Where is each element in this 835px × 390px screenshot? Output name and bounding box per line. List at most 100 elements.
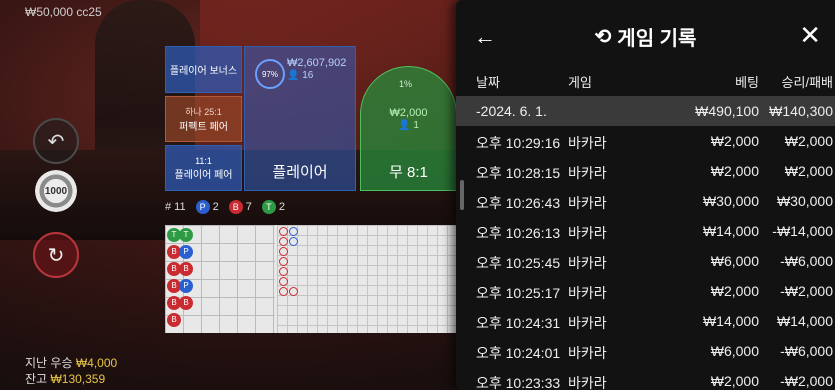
date-result: ₩140,300 bbox=[769, 103, 833, 119]
panel-title: ⟲ 게임 기록 bbox=[595, 22, 697, 51]
chip-selector[interactable]: 1000 bbox=[35, 170, 77, 212]
date-value: -2024. 6. 1. bbox=[476, 103, 547, 119]
player-bonus-bet[interactable]: 플레이어 보너스 bbox=[165, 46, 242, 93]
bead: P bbox=[179, 245, 193, 259]
banker-count: 7 bbox=[245, 201, 252, 213]
pair-odds: 11:1 bbox=[195, 155, 212, 166]
history-row[interactable]: 오후 10:25:17 바카라 ₩2,000 -₩2,000 bbox=[456, 276, 835, 306]
row-bet: ₩30,000 bbox=[702, 193, 759, 209]
history-columns: 날짜 게임 베팅 승리/패배 bbox=[456, 72, 835, 92]
tie-people: 👤 1 bbox=[361, 120, 456, 131]
row-result: ₩2,000 bbox=[784, 133, 833, 149]
panel-header: ← ⟲ 게임 기록 ✕ bbox=[456, 0, 835, 72]
repeat-button[interactable]: ↻ bbox=[33, 232, 79, 278]
row-result: ₩2,000 bbox=[784, 163, 833, 179]
history-row[interactable]: 오후 10:25:45 바카라 ₩6,000 -₩6,000 bbox=[456, 246, 835, 276]
tie-percent: 1% bbox=[399, 79, 413, 89]
player-people: 👤 16 bbox=[287, 70, 313, 81]
bead: P bbox=[179, 279, 193, 293]
row-time: 오후 10:25:45 bbox=[476, 255, 561, 271]
row-bet: ₩6,000 bbox=[710, 343, 759, 359]
tie-label: 무 8:1 bbox=[389, 164, 428, 181]
last-win-label: 지난 우승 bbox=[25, 356, 73, 370]
row-result: ₩30,000 bbox=[776, 193, 833, 209]
tie-bet[interactable]: 1% ₩2,000 👤 1 무 8:1 bbox=[360, 66, 457, 191]
row-game: 바카라 bbox=[568, 225, 607, 241]
player-pair-bet[interactable]: 11:1 플레이어 페어 bbox=[165, 145, 242, 191]
player-dot: P bbox=[195, 200, 210, 214]
row-result: -₩6,000 bbox=[780, 343, 833, 359]
close-icon[interactable]: ✕ bbox=[799, 20, 821, 51]
history-row[interactable]: 오후 10:24:31 바카라 ₩14,000 ₩14,000 bbox=[456, 306, 835, 336]
player-people-count: 16 bbox=[302, 70, 314, 81]
pair-label: 플레이어 페어 bbox=[174, 169, 233, 181]
row-time: 오후 10:29:16 bbox=[476, 135, 561, 151]
panel-title-text: 게임 기록 bbox=[617, 27, 697, 50]
row-game: 바카라 bbox=[568, 345, 607, 361]
bonus-label: 플레이어 보너스 bbox=[169, 66, 238, 77]
banker-stat: B7 bbox=[228, 200, 252, 214]
undo-icon: ↶ bbox=[47, 130, 65, 153]
row-time: 오후 10:26:43 bbox=[476, 195, 561, 211]
person-icon: 👤 bbox=[287, 70, 300, 81]
round-number: # 11 bbox=[165, 201, 186, 213]
row-time: 오후 10:28:15 bbox=[476, 165, 561, 181]
bottom-info: 지난 우승 ₩4,000 잔고 ₩130,359 bbox=[25, 355, 117, 387]
column-game: 게임 bbox=[568, 75, 592, 90]
column-result: 승리/패배 bbox=[781, 75, 833, 90]
row-bet: ₩2,000 bbox=[710, 283, 759, 299]
bead: B bbox=[179, 262, 193, 276]
row-bet: ₩2,000 bbox=[710, 133, 759, 149]
balance-label: 잔고 bbox=[25, 372, 48, 386]
back-arrow-icon[interactable]: ← bbox=[474, 24, 496, 50]
row-game: 바카라 bbox=[568, 135, 607, 151]
chip-value: 1000 bbox=[44, 179, 68, 203]
history-row[interactable]: 오후 10:26:43 바카라 ₩30,000 ₩30,000 bbox=[456, 186, 835, 216]
row-game: 바카라 bbox=[568, 195, 607, 211]
row-time: 오후 10:26:13 bbox=[476, 225, 561, 241]
row-result: -₩2,000 bbox=[780, 283, 833, 299]
history-row[interactable]: 오후 10:29:16 바카라 ₩2,000 ₩2,000 bbox=[456, 126, 835, 156]
game-history-panel: ← ⟲ 게임 기록 ✕ 날짜 게임 베팅 승리/패배 -2024. 6. 1. … bbox=[456, 0, 835, 390]
round-stats: # 11 P2 B7 T2 bbox=[165, 200, 285, 214]
last-win-value: ₩4,000 bbox=[75, 356, 118, 370]
bead-road: TBBBBBTPBPB bbox=[165, 225, 275, 333]
row-game: 바카라 bbox=[568, 165, 607, 181]
perfect-pair-bet[interactable]: 하나 25:1 퍼펙트 페어 bbox=[165, 96, 242, 142]
history-row[interactable]: 오후 10:26:13 바카라 ₩14,000 -₩14,000 bbox=[456, 216, 835, 246]
row-time: 오후 10:24:01 bbox=[476, 345, 561, 361]
tie-amount: ₩2,000 bbox=[389, 107, 428, 119]
player-percent: 97% bbox=[255, 59, 285, 89]
row-bet: ₩2,000 bbox=[710, 373, 759, 389]
bead: B bbox=[167, 313, 181, 327]
player-stat: P2 bbox=[195, 200, 219, 214]
row-time: 오후 10:25:17 bbox=[476, 285, 561, 301]
row-game: 바카라 bbox=[568, 285, 607, 301]
perfect-odds: 하나 25:1 bbox=[185, 107, 222, 117]
history-row[interactable]: 오후 10:28:15 바카라 ₩2,000 ₩2,000 bbox=[456, 156, 835, 186]
banker-dot: B bbox=[228, 200, 243, 214]
balance-value: ₩130,359 bbox=[50, 372, 106, 386]
row-result: ₩14,000 bbox=[776, 313, 833, 329]
row-result: -₩14,000 bbox=[772, 223, 833, 239]
tie-count: 2 bbox=[278, 201, 285, 213]
row-time: 오후 10:24:31 bbox=[476, 315, 561, 331]
bead: T bbox=[179, 228, 193, 242]
row-bet: ₩14,000 bbox=[702, 313, 759, 329]
big-road bbox=[277, 225, 458, 333]
date-bet: ₩490,100 bbox=[695, 103, 759, 119]
player-bet[interactable]: 97% ₩2,607,902 👤 16 플레이어 bbox=[244, 46, 356, 191]
date-row[interactable]: -2024. 6. 1. ₩490,100 ₩140,300 bbox=[456, 96, 835, 126]
roadmap[interactable]: TBBBBBTPBPB bbox=[165, 225, 458, 333]
row-result: -₩2,000 bbox=[780, 373, 833, 389]
row-game: 바카라 bbox=[568, 375, 607, 390]
player-amount: ₩2,607,902 bbox=[287, 57, 347, 69]
top-balance: ₩50,000 cc25 bbox=[25, 5, 102, 19]
column-bet: 베팅 bbox=[735, 75, 759, 90]
tie-people-count: 1 bbox=[413, 120, 419, 131]
undo-button[interactable]: ↶ bbox=[33, 118, 79, 164]
history-row[interactable]: 오후 10:23:33 바카라 ₩2,000 -₩2,000 bbox=[456, 366, 835, 390]
row-bet: ₩14,000 bbox=[702, 223, 759, 239]
tie-dot: T bbox=[261, 200, 276, 214]
history-row[interactable]: 오후 10:24:01 바카라 ₩6,000 -₩6,000 bbox=[456, 336, 835, 366]
